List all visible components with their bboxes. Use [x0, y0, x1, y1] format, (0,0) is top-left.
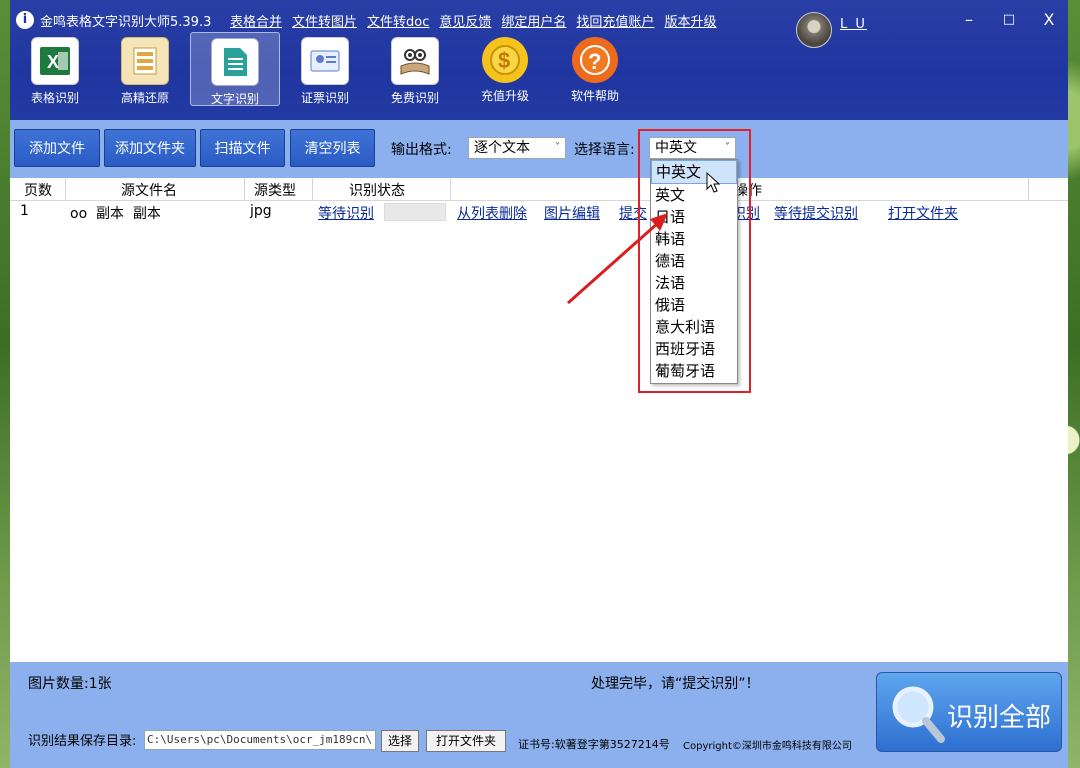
col-page: 页数: [24, 183, 52, 199]
tool-help[interactable]: ? 软件帮助: [550, 32, 640, 106]
waiting-submit-link[interactable]: 等待提交识别: [774, 203, 858, 223]
menu-feedback[interactable]: 意见反馈: [439, 11, 491, 30]
col-filename: 源文件名: [121, 183, 177, 199]
remove-from-list-link[interactable]: 从列表删除: [457, 203, 527, 223]
row-type: jpg: [250, 203, 272, 219]
row-page: 1: [20, 203, 29, 219]
tool-high-precision[interactable]: 高精还原: [100, 32, 190, 106]
menu-bind-username[interactable]: 绑定用户名: [501, 11, 566, 30]
restore-icon: [121, 37, 169, 85]
column-divider: [244, 178, 245, 200]
tool-id-card[interactable]: 证票识别: [280, 32, 370, 106]
menu-merge-tables[interactable]: 表格合并: [230, 11, 282, 30]
save-dir-label: 识别结果保存目录:: [28, 734, 137, 749]
status-message: 处理完毕，请“提交识别”！: [591, 676, 760, 692]
username-link[interactable]: L U: [840, 17, 867, 32]
recognize-all-label: 识别全部: [947, 703, 1052, 733]
language-label: 选择语言:: [574, 142, 635, 158]
svg-text:$: $: [498, 48, 510, 73]
add-file-button[interactable]: 添加文件: [14, 129, 100, 167]
app-logo-icon: i: [16, 11, 34, 29]
add-folder-button[interactable]: 添加文件夹: [104, 129, 196, 167]
copyright: Copyright©深圳市金鸣科技有限公司: [683, 741, 852, 752]
output-format-label: 输出格式:: [391, 142, 452, 158]
chevron-down-icon: ˅: [555, 142, 560, 153]
col-status: 识别状态: [349, 183, 405, 199]
choose-dir-button[interactable]: 选择: [381, 730, 419, 752]
action-bar: 添加文件 添加文件夹 扫描文件 清空列表 输出格式: 逐个文本 ˅ 选择语言: …: [10, 120, 1068, 178]
coin-icon: $: [482, 37, 528, 83]
row-progress-bar: [384, 203, 446, 221]
column-divider: [1028, 178, 1029, 200]
tool-label: 免费识别: [390, 91, 439, 105]
output-format-value: 逐个文本: [474, 140, 530, 156]
app-window: i 金鸣表格文字识别大师5.39.3 表格合并 文件转图片 文件转doc 意见反…: [10, 0, 1068, 768]
annotation-arrow: [567, 213, 668, 305]
table-row[interactable]: 1 oo 副本 副本 jpg 等待识别 从列表删除 图片编辑 提交 识别 等待提…: [10, 201, 1068, 223]
magnifier-icon: [892, 686, 945, 743]
tool-label: 高精还原: [120, 91, 169, 105]
top-menu: 表格合并 文件转图片 文件转doc 意见反馈 绑定用户名 找回充值账户 版本升级: [230, 11, 716, 30]
tool-label: 充值升级: [480, 89, 529, 103]
row-filename: oo 副本 副本: [70, 206, 161, 222]
clear-list-button[interactable]: 清空列表: [290, 129, 375, 167]
open-folder-button[interactable]: 打开文件夹: [426, 730, 506, 752]
recognize-all-button[interactable]: 识别全部: [876, 672, 1062, 752]
column-divider: [65, 178, 66, 200]
tool-label: 软件帮助: [570, 89, 619, 103]
title-bar: i 金鸣表格文字识别大师5.39.3 表格合并 文件转图片 文件转doc 意见反…: [10, 0, 1068, 120]
svg-text:?: ?: [588, 49, 601, 74]
text-doc-icon: [211, 38, 259, 86]
menu-file-to-doc[interactable]: 文件转doc: [367, 11, 429, 30]
image-count: 图片数量:1张: [28, 676, 112, 692]
tool-free-recognition[interactable]: 免费识别: [370, 32, 460, 106]
maximize-button[interactable]: □: [994, 6, 1024, 34]
col-type: 源类型: [254, 183, 296, 199]
help-icon: ?: [572, 37, 618, 83]
svg-text:X: X: [47, 52, 59, 72]
menu-upgrade[interactable]: 版本升级: [664, 11, 716, 30]
column-divider: [312, 178, 313, 200]
tool-text-recognition[interactable]: 文字识别: [190, 32, 280, 106]
app-title: 金鸣表格文字识别大师5.39.3: [40, 15, 212, 30]
tool-label: 文字识别: [210, 92, 259, 106]
open-folder-link[interactable]: 打开文件夹: [888, 203, 958, 223]
avatar[interactable]: [796, 12, 832, 48]
minimize-button[interactable]: –: [954, 6, 984, 34]
tool-recharge[interactable]: $ 充值升级: [460, 32, 550, 106]
scan-file-button[interactable]: 扫描文件: [200, 129, 285, 167]
excel-icon: X: [31, 37, 79, 85]
book-owl-icon: [391, 37, 439, 85]
cert-number: 证书号:软著登字第3527214号: [518, 738, 670, 751]
id-card-icon: [301, 37, 349, 85]
tool-label: 证票识别: [300, 91, 349, 105]
output-format-select[interactable]: 逐个文本 ˅: [468, 137, 566, 159]
menu-recover-account[interactable]: 找回充值账户: [576, 11, 654, 30]
tool-strip: X 表格识别 高精还原 文字识别 证票识别 免费识别 $ 充值升级 ? 软件帮助: [10, 32, 640, 106]
column-divider: [450, 178, 451, 200]
close-button[interactable]: X: [1034, 6, 1064, 34]
save-dir-field[interactable]: C:\Users\pc\Documents\ocr_jm189cn\: [144, 730, 376, 750]
tool-table-recognition[interactable]: X 表格识别: [10, 32, 100, 106]
tool-label: 表格识别: [30, 91, 79, 105]
row-status-link[interactable]: 等待识别: [318, 203, 374, 223]
file-table-header: 页数 源文件名 源类型 识别状态 操作: [10, 178, 1068, 201]
menu-file-to-image[interactable]: 文件转图片: [292, 11, 357, 30]
